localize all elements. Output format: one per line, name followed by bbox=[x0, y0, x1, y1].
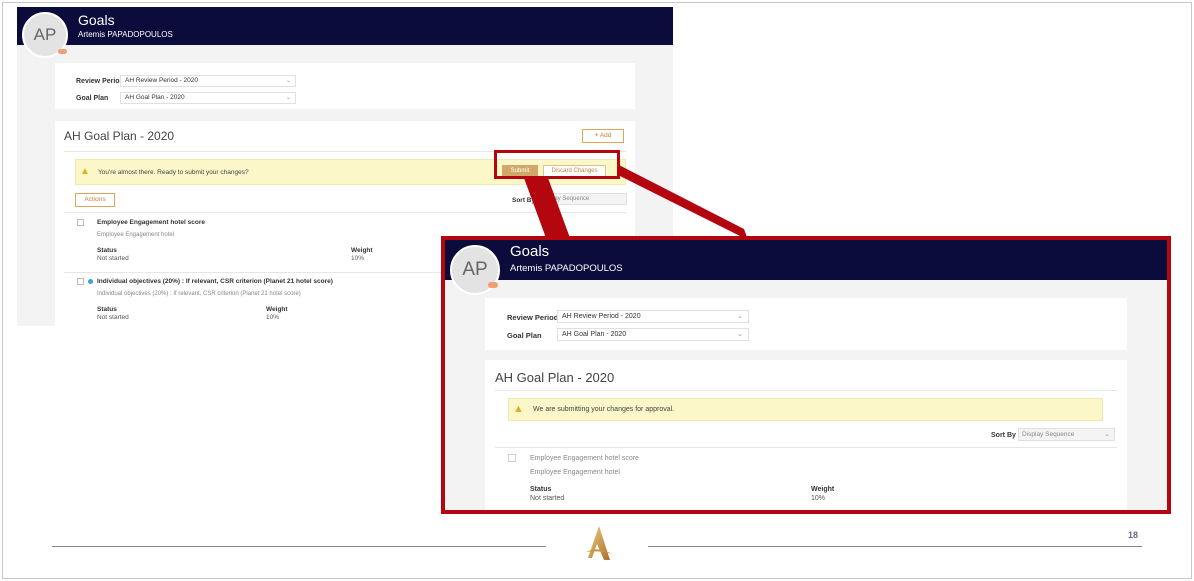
divider bbox=[495, 390, 1117, 391]
sort-by-value: Display Sequence bbox=[1022, 431, 1075, 438]
sort-by-select[interactable]: Display Sequence ⌄ bbox=[1018, 428, 1115, 441]
page-number: 18 bbox=[1128, 530, 1139, 540]
status-label: Status bbox=[530, 486, 552, 493]
filter-card: Review Period AH Review Period - 2020 ⌄ … bbox=[485, 298, 1127, 350]
footer-line-right bbox=[648, 546, 1142, 547]
status-value: Not started bbox=[97, 314, 129, 321]
plus-icon: + bbox=[594, 132, 599, 139]
goal-plan-card: AH Goal Plan - 2020 ▲ We are submitting … bbox=[485, 360, 1127, 510]
goal-title[interactable]: Employee Engagement hotel score bbox=[97, 219, 205, 226]
goal-title[interactable]: Individual objectives (20%) : If relevan… bbox=[97, 278, 333, 285]
user-name: Artemis PAPADOPOULOS bbox=[78, 30, 173, 39]
footer-line-left bbox=[52, 546, 546, 547]
goal-plan-select[interactable]: AH Goal Plan - 2020 ⌄ bbox=[120, 92, 296, 104]
goal-subtitle: Employee Engagement hotel bbox=[530, 469, 620, 476]
chevron-down-icon: ⌄ bbox=[737, 313, 743, 320]
weight-label: Weight bbox=[351, 247, 373, 254]
user-name: Artemis PAPADOPOULOS bbox=[510, 263, 623, 274]
goal-checkbox[interactable] bbox=[77, 219, 84, 226]
chevron-down-icon: ⌄ bbox=[285, 95, 291, 101]
chevron-down-icon: ⌄ bbox=[285, 78, 291, 84]
warning-icon: ▲ bbox=[513, 403, 524, 415]
weight-value: 10% bbox=[266, 314, 280, 321]
filter-card: Review Period AH Review Period - 2020 ⌄ … bbox=[55, 63, 635, 109]
review-period-value: AH Review Period - 2020 bbox=[562, 313, 641, 320]
page-title: Goals bbox=[78, 12, 115, 28]
weight-label: Weight bbox=[811, 486, 835, 493]
goal-plan-label: Goal Plan bbox=[507, 331, 542, 340]
weight-value: 10% bbox=[811, 495, 826, 502]
goal-subtitle: Employee Engagement hotel bbox=[97, 232, 175, 238]
review-period-select[interactable]: AH Review Period - 2020 ⌄ bbox=[557, 310, 749, 323]
weight-value: 10% bbox=[351, 255, 365, 262]
avatar-badge bbox=[58, 49, 67, 54]
page-title: Goals bbox=[510, 243, 550, 260]
screenshot-after: Goals Artemis PAPADOPOULOS AP Review Per… bbox=[441, 236, 1171, 514]
warning-message: You're almost there. Ready to submit you… bbox=[98, 169, 249, 176]
warning-message: We are submitting your changes for appro… bbox=[533, 406, 675, 413]
review-period-label: Review Period bbox=[76, 78, 124, 85]
app-header: Goals Artemis PAPADOPOULOS bbox=[445, 240, 1167, 280]
goal-subtitle: Individual objectives (20%) : If relevan… bbox=[97, 291, 301, 297]
brand-logo-icon bbox=[586, 526, 612, 560]
goal-plan-value: AH Goal Plan - 2020 bbox=[125, 94, 185, 101]
warning-banner: ▲ We are submitting your changes for app… bbox=[508, 398, 1103, 421]
sort-by-select[interactable]: Display Sequence bbox=[537, 193, 627, 205]
goal-checkbox[interactable] bbox=[77, 278, 84, 285]
divider bbox=[495, 447, 1117, 448]
status-value: Not started bbox=[97, 255, 129, 262]
goal-title[interactable]: Employee Engagement hotel score bbox=[530, 455, 639, 462]
warning-icon: ▲ bbox=[80, 166, 90, 177]
sort-by-label: Sort By bbox=[991, 432, 1016, 439]
review-period-select[interactable]: AH Review Period - 2020 ⌄ bbox=[120, 75, 296, 87]
goal-plan-title: AH Goal Plan - 2020 bbox=[64, 129, 175, 143]
divider bbox=[64, 212, 626, 213]
chevron-down-icon: ⌄ bbox=[737, 331, 743, 338]
chevron-down-icon: ⌄ bbox=[1104, 431, 1110, 438]
goal-plan-value: AH Goal Plan - 2020 bbox=[562, 331, 627, 338]
weight-label: Weight bbox=[266, 306, 288, 313]
goal-plan-label: Goal Plan bbox=[76, 95, 109, 102]
status-label: Status bbox=[97, 247, 117, 254]
review-period-value: AH Review Period - 2020 bbox=[125, 77, 198, 84]
add-button[interactable]: + Add bbox=[582, 129, 624, 143]
highlight-box-buttons bbox=[494, 150, 620, 179]
sort-by-label: Sort By bbox=[512, 197, 536, 204]
review-period-label: Review Period bbox=[507, 313, 559, 322]
actions-button[interactable]: Actions bbox=[75, 193, 115, 207]
status-label: Status bbox=[97, 306, 117, 313]
sort-by-value: Display Sequence bbox=[541, 196, 590, 202]
status-dot-icon bbox=[88, 279, 93, 284]
avatar-badge bbox=[488, 282, 498, 288]
goal-plan-title: AH Goal Plan - 2020 bbox=[495, 370, 615, 385]
app-header: Goals Artemis PAPADOPOULOS bbox=[17, 7, 673, 45]
status-value: Not started bbox=[530, 495, 565, 502]
goal-checkbox[interactable] bbox=[508, 454, 516, 462]
goal-plan-select[interactable]: AH Goal Plan - 2020 ⌄ bbox=[557, 328, 749, 341]
